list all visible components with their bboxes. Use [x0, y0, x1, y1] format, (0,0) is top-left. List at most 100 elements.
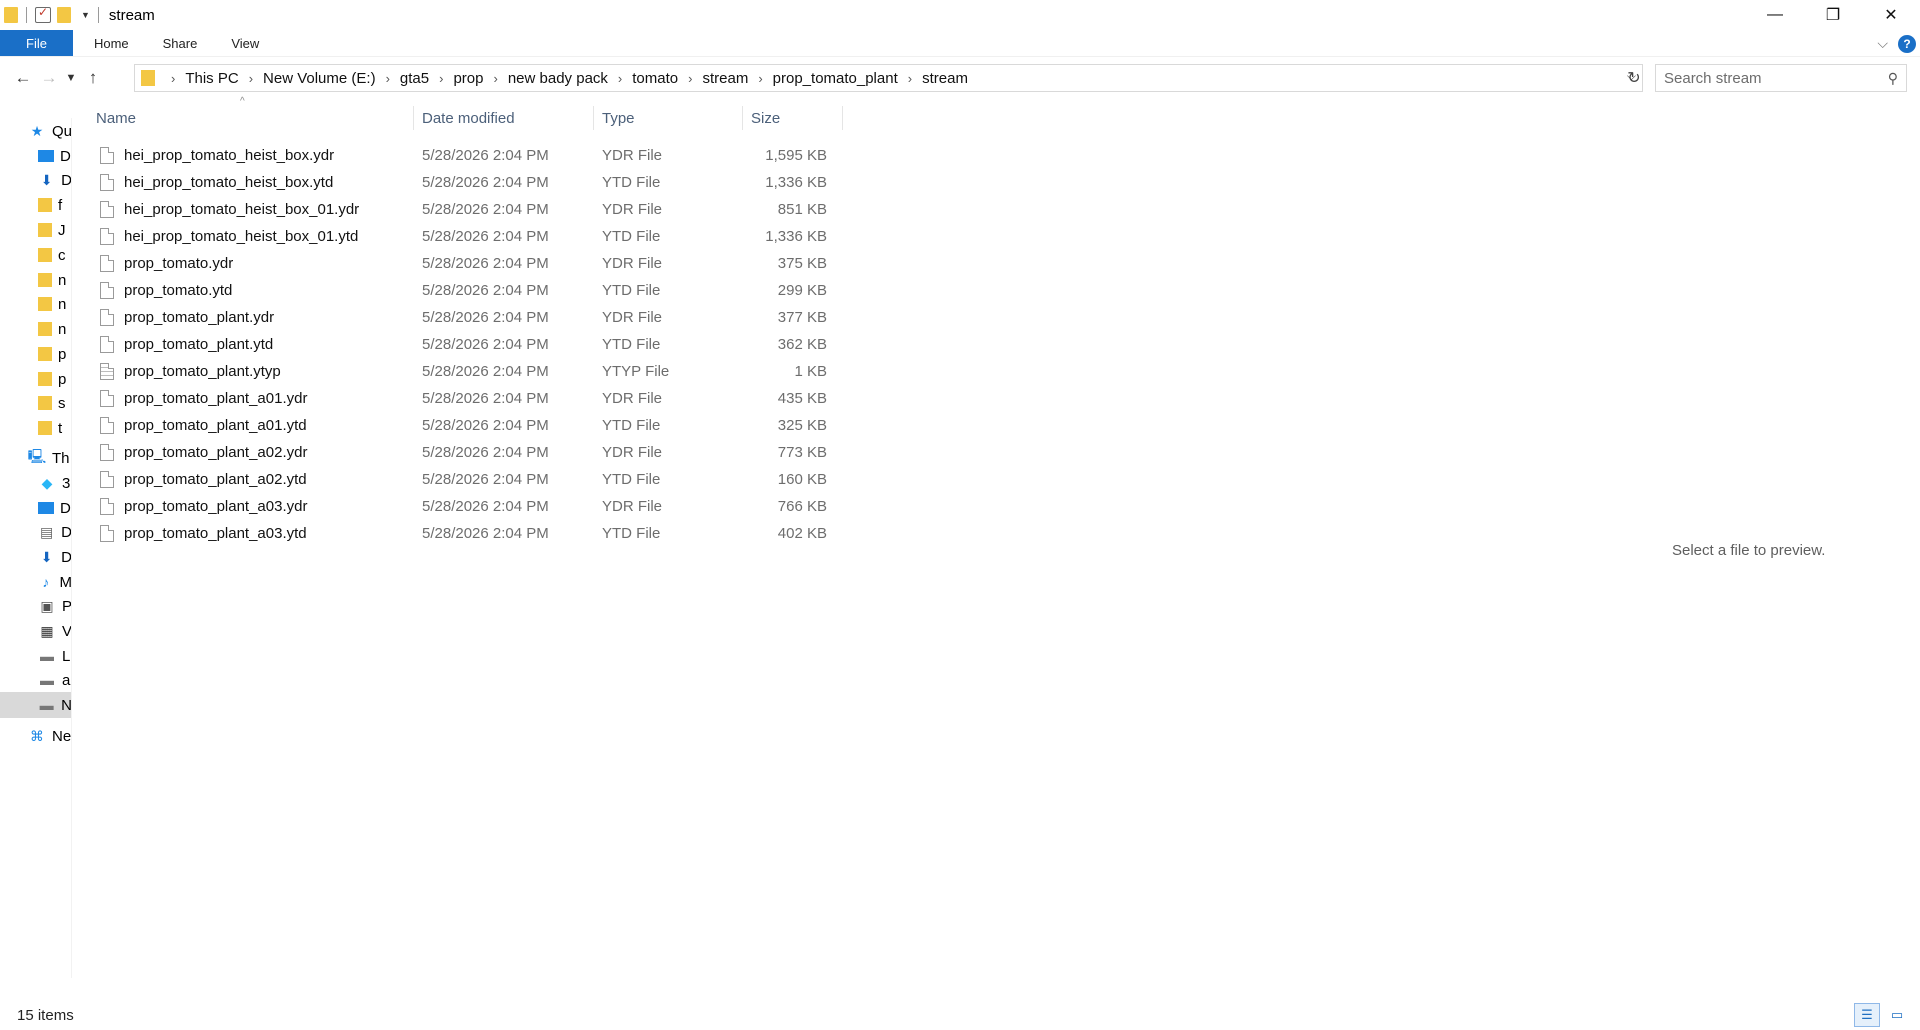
customize-toolbar-icon[interactable]: ▼: [81, 10, 90, 20]
breadcrumb-new-bady-pack[interactable]: new bady pack: [508, 70, 608, 87]
table-row[interactable]: prop_tomato_plant_a03.ytd 5/28/2026 2:04 …: [88, 520, 843, 547]
search-box[interactable]: ⚲: [1655, 64, 1907, 92]
table-row[interactable]: prop_tomato_plant.ytyp 5/28/2026 2:04 PM Y…: [88, 358, 843, 385]
sidebar-item[interactable]: ⌘ Ne: [0, 723, 71, 749]
file-name-cell[interactable]: prop_tomato_plant_a01.ydr: [88, 390, 414, 407]
sidebar-item[interactable]: ▬ N: [0, 692, 71, 718]
breadcrumb-stream[interactable]: stream: [702, 70, 748, 87]
tab-view[interactable]: View: [214, 30, 276, 56]
file-name-cell[interactable]: prop_tomato_plant_a01.ytd: [88, 417, 414, 434]
refresh-button[interactable]: ↻: [1621, 64, 1647, 92]
column-header-size[interactable]: Size: [743, 106, 843, 130]
chevron-right-icon[interactable]: ›: [386, 71, 390, 86]
file-name-cell[interactable]: hei_prop_tomato_heist_box_01.ytd: [88, 228, 414, 245]
breadcrumb-new-volume[interactable]: New Volume (E:): [263, 70, 376, 87]
column-header-name[interactable]: ^ Name: [88, 96, 414, 130]
sidebar-item[interactable]: D: [0, 495, 71, 521]
chevron-right-icon[interactable]: ›: [171, 71, 175, 86]
table-row[interactable]: prop_tomato_plant_a03.ydr 5/28/2026 2:04 …: [88, 493, 843, 520]
table-row[interactable]: prop_tomato_plant_a02.ydr 5/28/2026 2:04 …: [88, 439, 843, 466]
close-button[interactable]: ✕: [1862, 0, 1920, 30]
sidebar-item[interactable]: ★ Qu: [0, 118, 71, 144]
sidebar-item[interactable]: n: [0, 267, 71, 293]
help-icon[interactable]: ?: [1898, 34, 1916, 53]
sidebar-item[interactable]: ▣ P: [0, 593, 71, 619]
table-row[interactable]: prop_tomato_plant.ydr 5/28/2026 2:04 PM YD…: [88, 304, 843, 331]
file-name-cell[interactable]: prop_tomato_plant_a02.ytd: [88, 471, 414, 488]
file-name-cell[interactable]: prop_tomato_plant.ytyp: [88, 363, 414, 380]
table-row[interactable]: prop_tomato.ydr 5/28/2026 2:04 PM YDR File…: [88, 250, 843, 277]
tab-share[interactable]: Share: [146, 30, 215, 56]
details-view-button[interactable]: ☰: [1854, 1003, 1880, 1027]
sidebar-item[interactable]: D: [0, 143, 71, 169]
chevron-right-icon[interactable]: ›: [908, 71, 912, 86]
folder-icon[interactable]: [4, 7, 18, 23]
table-row[interactable]: prop_tomato_plant_a01.ydr 5/28/2026 2:04 …: [88, 385, 843, 412]
sidebar-item[interactable]: n: [0, 291, 71, 317]
sidebar-item[interactable]: ▬ L: [0, 643, 71, 669]
sidebar-item[interactable]: ▬ a: [0, 667, 71, 693]
table-row[interactable]: hei_prop_tomato_heist_box.ydr 5/28/2026 2…: [88, 142, 843, 169]
chevron-right-icon[interactable]: ›: [439, 71, 443, 86]
breadcrumb-tomato[interactable]: tomato: [632, 70, 678, 87]
sidebar-item[interactable]: p: [0, 366, 71, 392]
sidebar-item[interactable]: ⬇ D: [0, 167, 71, 193]
breadcrumb-prop[interactable]: prop: [453, 70, 483, 87]
breadcrumb-gta5[interactable]: gta5: [400, 70, 429, 87]
file-name-cell[interactable]: prop_tomato_plant.ydr: [88, 309, 414, 326]
table-row[interactable]: hei_prop_tomato_heist_box_01.ytd 5/28/202…: [88, 223, 843, 250]
large-icons-view-button[interactable]: ▭: [1884, 1003, 1910, 1027]
minimize-button[interactable]: ―: [1746, 0, 1804, 30]
file-name-cell[interactable]: prop_tomato_plant_a03.ydr: [88, 498, 414, 515]
tab-home[interactable]: Home: [77, 30, 146, 56]
breadcrumb-prop-tomato-plant[interactable]: prop_tomato_plant: [773, 70, 898, 87]
table-row[interactable]: prop_tomato_plant.ytd 5/28/2026 2:04 PM YT…: [88, 331, 843, 358]
search-icon[interactable]: ⚲: [1888, 70, 1898, 87]
sidebar-item[interactable]: ⬇ D: [0, 544, 71, 570]
restore-button[interactable]: ❐: [1804, 0, 1862, 30]
chevron-right-icon[interactable]: ›: [249, 71, 253, 86]
new-folder-icon[interactable]: [57, 7, 71, 23]
properties-icon[interactable]: [35, 5, 51, 23]
chevron-right-icon[interactable]: ›: [618, 71, 622, 86]
table-row[interactable]: prop_tomato_plant_a02.ytd 5/28/2026 2:04 …: [88, 466, 843, 493]
sidebar-item[interactable]: s: [0, 390, 71, 416]
tab-file[interactable]: File: [0, 30, 73, 56]
chevron-right-icon[interactable]: ›: [494, 71, 498, 86]
file-name-cell[interactable]: prop_tomato.ydr: [88, 255, 414, 272]
sidebar-item[interactable]: ▦ V: [0, 618, 71, 644]
recent-locations-button[interactable]: ▼: [62, 64, 80, 92]
column-header-type[interactable]: Type: [594, 106, 743, 130]
back-button[interactable]: ←: [10, 64, 36, 92]
file-name-cell[interactable]: prop_tomato_plant_a02.ydr: [88, 444, 414, 461]
sidebar-item[interactable]: c: [0, 242, 71, 268]
address-bar[interactable]: › This PC › New Volume (E:) › gta5 › pro…: [134, 64, 1643, 92]
file-name-cell[interactable]: hei_prop_tomato_heist_box_01.ydr: [88, 201, 414, 218]
sidebar-item[interactable]: f: [0, 192, 71, 218]
forward-button[interactable]: →: [36, 64, 62, 92]
file-name-cell[interactable]: prop_tomato_plant_a03.ytd: [88, 525, 414, 542]
up-button[interactable]: ↑: [80, 64, 106, 92]
breadcrumb-this-pc[interactable]: This PC: [185, 70, 238, 87]
file-name-cell[interactable]: prop_tomato.ytd: [88, 282, 414, 299]
table-row[interactable]: prop_tomato.ytd 5/28/2026 2:04 PM YTD File…: [88, 277, 843, 304]
file-name-cell[interactable]: hei_prop_tomato_heist_box.ytd: [88, 174, 414, 191]
chevron-right-icon[interactable]: ›: [688, 71, 692, 86]
sidebar-item[interactable]: 🖳 Th: [0, 445, 71, 471]
navigation-pane[interactable]: ★ Qu D ⬇ Df Jc n n n p p s t 🖳 Th ◆ 3 D ▤ D ⬇ D ♪ M ▣ P ▦ V ▬ L ▬ a ▬ N ⌘ N…: [0, 118, 72, 978]
sidebar-item[interactable]: ▤ D: [0, 519, 71, 545]
sidebar-item[interactable]: ◆ 3: [0, 470, 71, 496]
expand-ribbon-icon[interactable]: ⌵: [1877, 35, 1888, 52]
search-input[interactable]: [1664, 69, 1888, 87]
table-row[interactable]: prop_tomato_plant_a01.ytd 5/28/2026 2:04 …: [88, 412, 843, 439]
chevron-right-icon[interactable]: ›: [758, 71, 762, 86]
file-name-cell[interactable]: hei_prop_tomato_heist_box.ydr: [88, 147, 414, 164]
breadcrumb-current-stream[interactable]: stream: [922, 70, 968, 87]
sidebar-item[interactable]: ♪ M: [0, 569, 71, 595]
sidebar-item[interactable]: p: [0, 341, 71, 367]
sidebar-item[interactable]: t: [0, 415, 71, 441]
column-header-date[interactable]: Date modified: [414, 106, 594, 130]
table-row[interactable]: hei_prop_tomato_heist_box.ytd 5/28/2026 2…: [88, 169, 843, 196]
sidebar-item[interactable]: J: [0, 217, 71, 243]
table-row[interactable]: hei_prop_tomato_heist_box_01.ydr 5/28/202…: [88, 196, 843, 223]
